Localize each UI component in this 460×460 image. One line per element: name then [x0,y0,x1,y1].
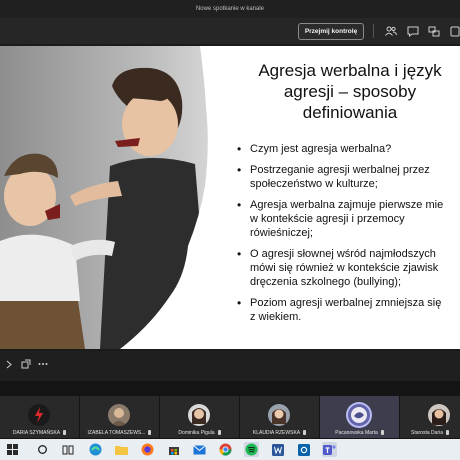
mic-icon [217,430,221,436]
participant-name: KLAUDIA RZEWSKA [252,430,301,436]
take-control-button[interactable]: Przejmij kontrolę [298,23,364,40]
store-icon[interactable] [166,442,181,457]
toolbar-divider [373,24,374,38]
participant-tile[interactable]: IZABELA TOMASZEWS... [80,396,159,438]
mic-icon [445,430,449,436]
participant-tile[interactable]: DARIA SZYMAŃSKA [0,396,79,438]
slide-bullet: Poziom agresji werbalnej zmniejsza się z… [236,296,460,324]
mic-icon [380,430,384,436]
outlook-icon[interactable] [296,442,311,457]
avatar [348,404,370,426]
mail-icon[interactable] [192,442,207,457]
more-options-icon[interactable] [37,357,49,371]
slide-bullet: Agresja werbalna zajmuje pierwsze mie w … [236,198,460,240]
mic-icon [63,430,67,436]
participant-name: IZABELA TOMASZEWS... [87,430,146,436]
participant-name: DARIA SZYMAŃSKA [12,430,61,436]
mic-icon [148,430,152,436]
participant-tile[interactable]: Dominika Pigula [160,396,239,438]
slide-bullet: O agresji słownej wśród najmłodszych mów… [236,247,460,289]
slide-photo-shouting-boys [0,46,228,349]
participant-tile-speaking[interactable]: Pacanowska Marta [320,396,399,438]
mic-icon [303,430,307,436]
edge-browser-icon[interactable] [88,442,103,457]
chrome-icon[interactable] [218,442,233,457]
word-icon[interactable] [270,442,285,457]
windows-start-icon[interactable] [5,442,20,457]
avatar [428,404,450,426]
slide-bullet-list: Czym jest agresja werbalna? Postrzeganie… [236,142,460,331]
pop-out-icon[interactable] [20,357,32,371]
file-explorer-icon[interactable] [114,442,129,457]
more-actions-icon[interactable] [448,24,460,38]
slide-title: Agresja werbalna i język agresji – sposo… [258,61,442,122]
stage-controls-bar [0,351,460,381]
slide-bullet: Czym jest agresja werbalna? [236,142,460,156]
avatar [108,404,130,426]
chevron-right-icon[interactable] [3,357,15,371]
participants-icon[interactable] [384,24,398,38]
search-icon[interactable] [35,442,50,457]
participant-tile[interactable]: Starosta Daria [400,396,460,438]
participant-name: Dominika Pigula [178,430,215,436]
slide-bullet: Postrzeganie agresji werbalnej przez spo… [236,163,460,191]
presentation-slide: Agresja werbalna i język agresji – sposo… [0,46,460,349]
lightning-icon [28,404,50,426]
avatar [188,404,210,426]
rooms-icon[interactable] [427,24,441,38]
participant-tile[interactable]: KLAUDIA RZEWSKA [240,396,319,438]
firefox-icon[interactable] [140,442,155,457]
task-view-icon[interactable] [60,442,75,457]
participant-name: Starosta Daria [411,430,443,436]
window-title-bar: Nowe spotkanie w kanale [0,0,460,18]
avatar [268,404,290,426]
spotify-icon[interactable] [244,442,259,457]
teams-icon[interactable] [322,442,337,457]
window-title: Nowe spotkanie w kanale [195,6,265,12]
participant-name: Pacanowska Marta [335,430,378,436]
chat-icon[interactable] [406,24,420,38]
